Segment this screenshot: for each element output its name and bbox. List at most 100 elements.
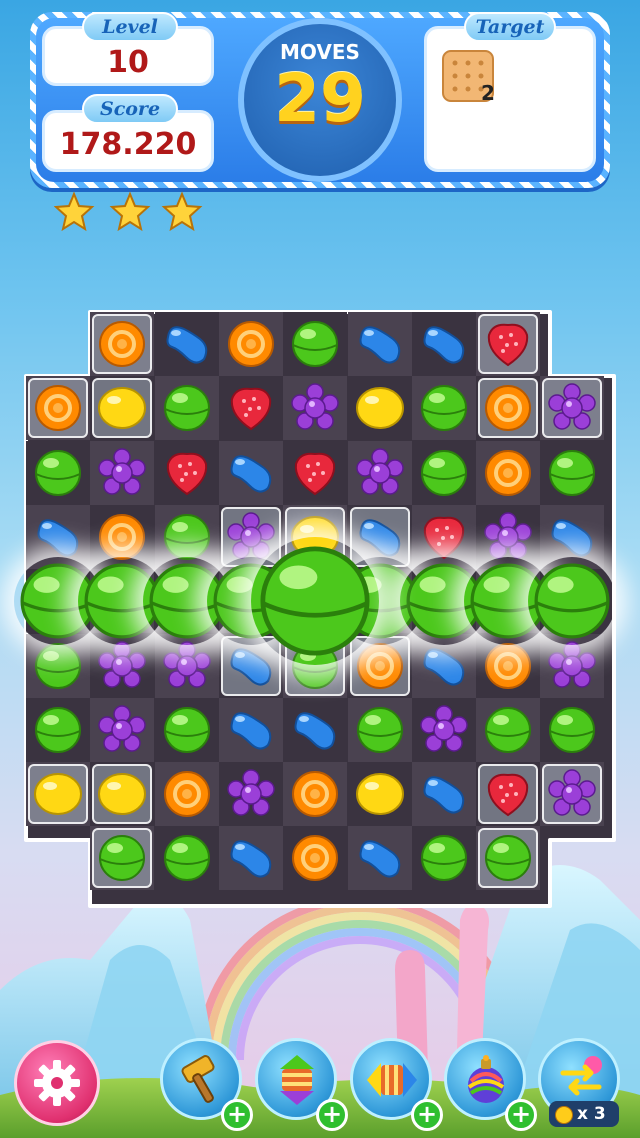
green-candy-icon: [163, 706, 210, 753]
red-candy-icon: [230, 388, 272, 431]
swap-booster-button[interactable]: x 3: [538, 1038, 620, 1127]
purple-candy[interactable]: [417, 703, 471, 757]
green-candy[interactable]: [353, 703, 407, 757]
green-candy[interactable]: [160, 381, 214, 435]
purple-candy[interactable]: [545, 639, 599, 693]
green-candy-icon: [99, 835, 146, 882]
green-candy[interactable]: [251, 537, 379, 665]
green-candy[interactable]: [31, 639, 85, 693]
orange-candy[interactable]: [31, 381, 85, 435]
orange-candy[interactable]: [95, 317, 149, 371]
blue-candy[interactable]: [545, 510, 599, 564]
purple-candy[interactable]: [95, 639, 149, 693]
green-candy-icon: [356, 706, 403, 753]
orange-candy[interactable]: [224, 317, 278, 371]
blue-candy-icon: [423, 776, 465, 814]
blue-candy[interactable]: [160, 317, 214, 371]
purple-candy-icon: [548, 640, 597, 688]
blue-candy[interactable]: [353, 317, 407, 371]
blue-candy[interactable]: [224, 831, 278, 885]
blue-candy[interactable]: [288, 703, 342, 757]
add-horizontal-striped-button[interactable]: +: [411, 1099, 443, 1131]
add-hammer-button[interactable]: +: [221, 1099, 253, 1131]
green-candy[interactable]: [160, 703, 214, 757]
purple-candy[interactable]: [160, 639, 214, 693]
green-candy[interactable]: [481, 831, 535, 885]
purple-candy[interactable]: [95, 703, 149, 757]
color-bomb-booster-button[interactable]: +: [444, 1038, 537, 1131]
green-candy[interactable]: [417, 381, 471, 435]
gear-icon: [34, 1060, 80, 1106]
green-candy[interactable]: [31, 446, 85, 500]
green-candy[interactable]: [545, 446, 599, 500]
green-candy[interactable]: [417, 831, 471, 885]
red-candy[interactable]: [160, 446, 214, 500]
orange-candy[interactable]: [481, 381, 535, 435]
yellow-candy[interactable]: [31, 767, 85, 821]
green-candy[interactable]: [160, 831, 214, 885]
green-candy[interactable]: [288, 317, 342, 371]
orange-candy-icon: [292, 835, 339, 882]
purple-candy-icon: [98, 640, 147, 688]
purple-candy-icon: [420, 705, 468, 752]
blue-candy[interactable]: [417, 767, 471, 821]
red-candy[interactable]: [224, 381, 278, 435]
yellow-candy-icon: [355, 387, 404, 430]
yellow-candy[interactable]: [95, 381, 149, 435]
green-candy-icon: [420, 835, 467, 882]
green-candy[interactable]: [160, 510, 214, 564]
add-color-bomb-button[interactable]: +: [505, 1099, 537, 1131]
color-bomb-icon: [467, 1055, 505, 1103]
orange-candy[interactable]: [95, 510, 149, 564]
blue-candy[interactable]: [224, 703, 278, 757]
green-candy[interactable]: [31, 703, 85, 757]
orange-candy[interactable]: [481, 446, 535, 500]
purple-candy[interactable]: [353, 446, 407, 500]
vertical-striped-booster-button[interactable]: +: [255, 1038, 348, 1131]
purple-candy[interactable]: [288, 381, 342, 435]
horizontal-striped-booster-button[interactable]: +: [350, 1038, 443, 1131]
blue-candy[interactable]: [417, 317, 471, 371]
red-candy[interactable]: [288, 446, 342, 500]
red-candy-icon: [166, 452, 207, 495]
blue-candy-icon: [423, 647, 465, 685]
blue-candy[interactable]: [224, 446, 278, 500]
game-board: [0, 0, 640, 1138]
purple-candy-icon: [98, 447, 147, 495]
red-candy[interactable]: [481, 317, 535, 371]
green-candy-icon: [163, 385, 210, 432]
add-vertical-striped-button[interactable]: +: [316, 1099, 348, 1131]
yellow-candy[interactable]: [353, 767, 407, 821]
green-candy[interactable]: [545, 703, 599, 757]
red-candy[interactable]: [481, 767, 535, 821]
blue-candy-icon: [230, 840, 272, 878]
orange-candy[interactable]: [288, 831, 342, 885]
yellow-candy[interactable]: [353, 381, 407, 435]
blue-candy[interactable]: [31, 510, 85, 564]
blue-candy-icon: [294, 712, 336, 750]
orange-candy-icon: [485, 642, 532, 689]
green-candy[interactable]: [95, 831, 149, 885]
blue-candy-icon: [359, 326, 400, 364]
swap-count: x 3: [577, 1104, 606, 1124]
green-candy-icon: [163, 513, 210, 560]
blue-candy[interactable]: [353, 831, 407, 885]
orange-candy[interactable]: [288, 767, 342, 821]
purple-candy[interactable]: [545, 767, 599, 821]
orange-candy[interactable]: [481, 639, 535, 693]
settings-button[interactable]: [14, 1040, 100, 1126]
purple-candy[interactable]: [545, 381, 599, 435]
hammer-booster-button[interactable]: +: [160, 1038, 253, 1131]
orange-candy[interactable]: [160, 767, 214, 821]
orange-candy-icon: [35, 385, 81, 432]
purple-candy[interactable]: [224, 767, 278, 821]
green-candy[interactable]: [481, 703, 535, 757]
green-candy[interactable]: [417, 446, 471, 500]
blue-candy[interactable]: [417, 639, 471, 693]
red-candy[interactable]: [417, 510, 471, 564]
orange-candy-icon: [99, 513, 146, 560]
purple-candy[interactable]: [481, 510, 535, 564]
purple-candy[interactable]: [95, 446, 149, 500]
green-candy[interactable]: [528, 557, 616, 645]
yellow-candy[interactable]: [95, 767, 149, 821]
